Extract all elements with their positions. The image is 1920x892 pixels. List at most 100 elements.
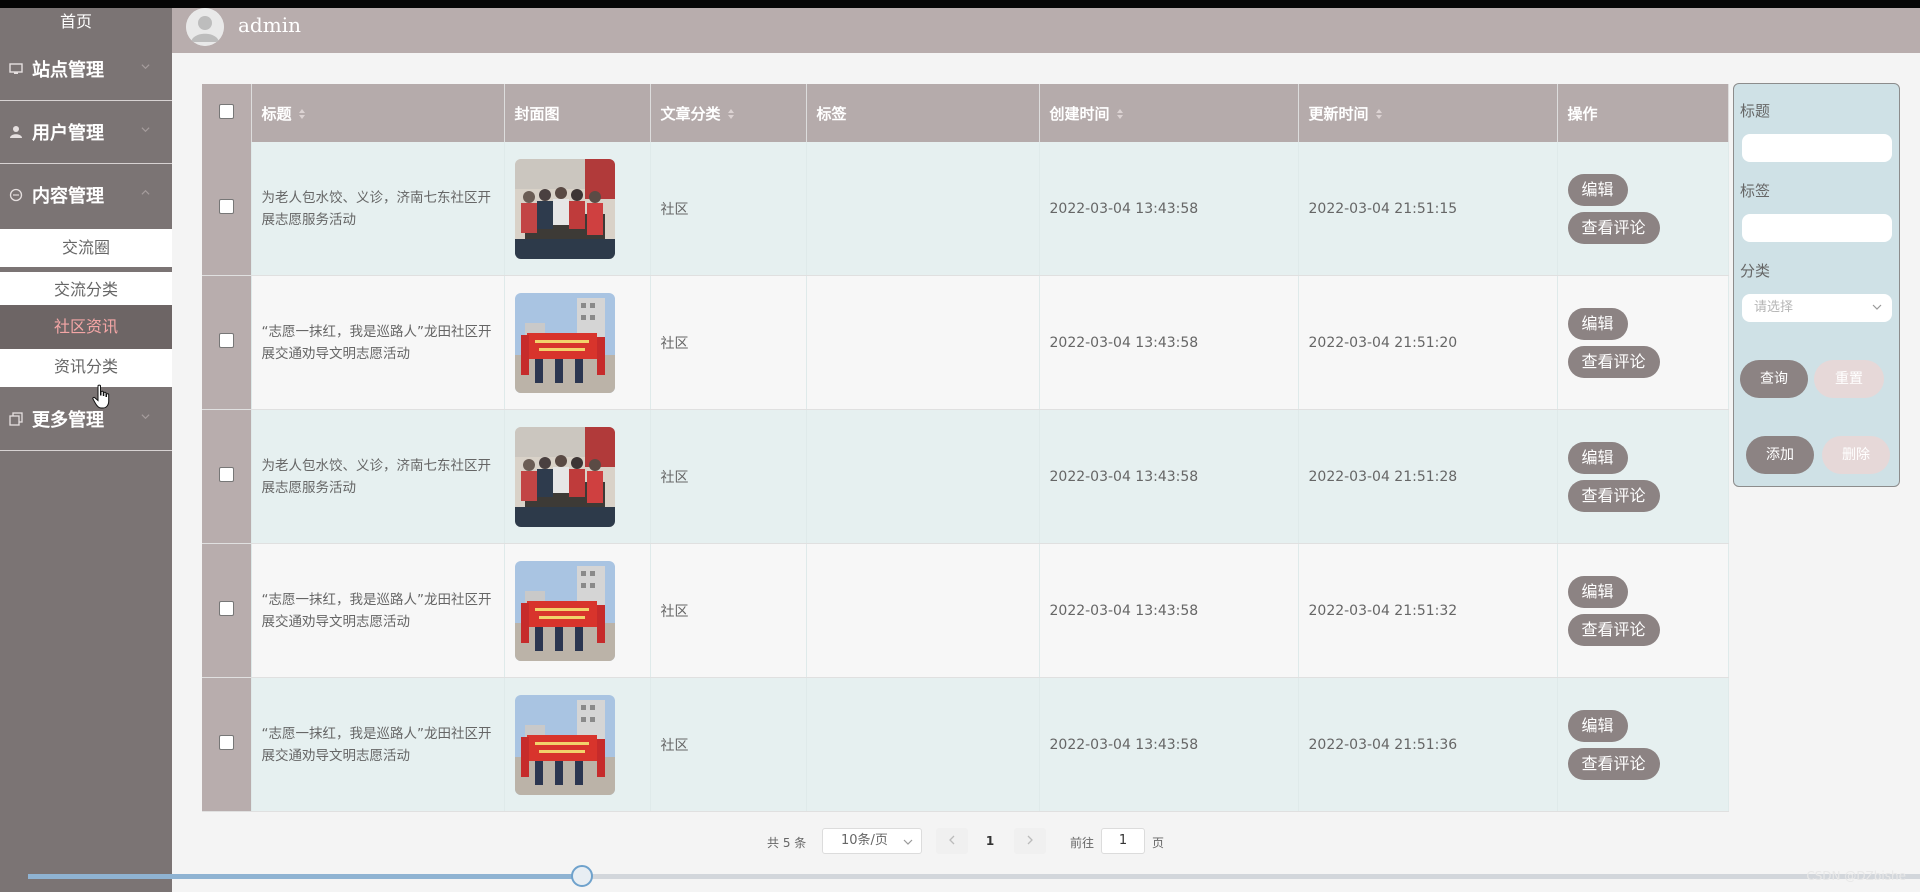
header-updated[interactable]: 更新时间 <box>1298 84 1558 142</box>
sort-icon[interactable] <box>298 108 306 120</box>
row-checkbox[interactable] <box>218 199 234 214</box>
chevron-down-icon <box>141 127 150 133</box>
row-select-cell <box>202 275 252 410</box>
row-checkbox[interactable] <box>218 601 234 616</box>
cell-updated: 2022-03-04 21:51:15 <box>1298 142 1558 276</box>
view-comments-button[interactable]: 查看评论 <box>1567 211 1660 244</box>
cover-image[interactable] <box>514 426 615 527</box>
sort-icon[interactable] <box>1116 108 1124 120</box>
select-all-cell <box>202 84 252 142</box>
prev-page-button[interactable] <box>936 828 968 854</box>
header-category[interactable]: 文章分类 <box>650 84 807 142</box>
user-icon <box>8 125 24 139</box>
edit-button[interactable]: 编辑 <box>1567 709 1628 742</box>
cell-title: “志愿一抹红，我是巡路人”龙田社区开展交通劝导文明志愿活动 <box>251 275 505 410</box>
header-category-label: 文章分类 <box>660 104 721 123</box>
cell-actions: 编辑 查看评论 <box>1557 142 1729 276</box>
header-title-label: 标题 <box>261 104 292 123</box>
window-top-edge <box>0 0 1920 8</box>
edit-button[interactable]: 编辑 <box>1567 575 1628 608</box>
header-updated-label: 更新时间 <box>1308 104 1369 123</box>
cover-image[interactable] <box>514 292 615 393</box>
table-row: “志愿一抹红，我是巡路人”龙田社区开展交通劝导文明志愿活动 社区 2022-03… <box>202 677 1729 812</box>
sidebar-item-exchange-category[interactable]: 交流分类 <box>0 272 172 305</box>
page-suffix: 页 <box>1152 836 1165 850</box>
chevron-down-icon <box>1872 304 1882 310</box>
edit-button[interactable]: 编辑 <box>1567 173 1628 206</box>
chevron-down-icon <box>903 839 913 845</box>
header-created-label: 创建时间 <box>1049 104 1110 123</box>
goto-page-input[interactable]: 1 <box>1101 828 1145 854</box>
add-button[interactable]: 添加 <box>1746 436 1814 474</box>
cell-tags <box>806 409 1040 544</box>
view-comments-button[interactable]: 查看评论 <box>1567 613 1660 646</box>
search-category-label: 分类 <box>1740 262 1771 280</box>
sidebar-group-content[interactable]: 内容管理 <box>0 164 172 226</box>
header-actions: 操作 <box>1557 84 1729 142</box>
header-cover: 封面图 <box>504 84 651 142</box>
header-tags-label: 标签 <box>816 104 847 123</box>
sidebar-item-news-category[interactable]: 资讯分类 <box>0 349 172 387</box>
cell-tags <box>806 142 1040 276</box>
cover-image[interactable] <box>514 694 615 795</box>
sidebar-group-user[interactable]: 用户管理 <box>0 101 172 164</box>
search-panel: 标题 标签 分类 请选择 查询 重置 添加 删除 <box>1733 83 1900 487</box>
sidebar-group-label: 站点管理 <box>32 60 104 81</box>
view-comments-button[interactable]: 查看评论 <box>1567 479 1660 512</box>
sidebar-group-more[interactable]: 更多管理 <box>0 387 172 451</box>
row-checkbox[interactable] <box>218 467 234 482</box>
sidebar-item-community-news[interactable]: 社区资讯 <box>0 305 172 349</box>
table-row: “志愿一抹红，我是巡路人”龙田社区开展交通劝导文明志愿活动 社区 2022-03… <box>202 543 1729 678</box>
header-created[interactable]: 创建时间 <box>1039 84 1299 142</box>
header-title[interactable]: 标题 <box>251 84 505 142</box>
row-checkbox[interactable] <box>218 735 234 750</box>
username: admin <box>238 13 301 37</box>
cover-image[interactable] <box>514 158 615 259</box>
page-number[interactable]: 1 <box>972 828 1008 854</box>
row-checkbox[interactable] <box>218 333 234 348</box>
table-row: 为老人包水饺、义诊，济南七东社区开展志愿服务活动 社区 2022-03-04 1… <box>202 409 1729 544</box>
video-progress-handle[interactable] <box>571 865 593 887</box>
reset-button[interactable]: 重置 <box>1814 360 1884 398</box>
hand-cursor-icon <box>92 384 110 409</box>
view-comments-button[interactable]: 查看评论 <box>1567 345 1660 378</box>
cell-actions: 编辑 查看评论 <box>1557 677 1729 812</box>
row-select-cell <box>202 677 252 812</box>
avatar[interactable] <box>186 8 224 46</box>
edit-button[interactable]: 编辑 <box>1567 441 1628 474</box>
news-table: 标题 封面图 文章分类 标签 创建时间 更新时间 操作 为老人包水饺、义诊，济南… <box>202 84 1729 812</box>
sidebar-home[interactable]: 首页 <box>0 8 172 38</box>
row-select-cell <box>202 142 252 276</box>
search-category-select[interactable]: 请选择 <box>1742 294 1892 322</box>
select-all-checkbox[interactable] <box>218 103 234 119</box>
view-comments-button[interactable]: 查看评论 <box>1567 747 1660 780</box>
cover-image[interactable] <box>514 560 615 661</box>
search-tag-label: 标签 <box>1740 182 1771 200</box>
query-button[interactable]: 查询 <box>1740 360 1808 398</box>
sidebar-group-site[interactable]: 站点管理 <box>0 38 172 101</box>
chevron-down-icon <box>141 414 150 420</box>
goto-label: 前往 <box>1070 836 1095 850</box>
search-tag-input[interactable] <box>1742 214 1892 242</box>
cell-cover <box>504 275 651 410</box>
chevron-left-icon <box>949 835 955 845</box>
cell-tags <box>806 677 1040 812</box>
sidebar-item-exchange-circle[interactable]: 交流圈 <box>0 229 172 267</box>
video-progress-fill <box>28 874 582 879</box>
header-cover-label: 封面图 <box>514 104 560 123</box>
edit-button[interactable]: 编辑 <box>1567 307 1628 340</box>
cell-title: 为老人包水饺、义诊，济南七东社区开展志愿服务活动 <box>251 409 505 544</box>
table-row: “志愿一抹红，我是巡路人”龙田社区开展交通劝导文明志愿活动 社区 2022-03… <box>202 275 1729 410</box>
monitor-icon <box>8 62 24 76</box>
cell-created: 2022-03-04 13:43:58 <box>1039 275 1299 410</box>
cell-category: 社区 <box>650 677 807 812</box>
delete-button[interactable]: 删除 <box>1822 436 1890 474</box>
header-tags: 标签 <box>806 84 1040 142</box>
cell-category: 社区 <box>650 275 807 410</box>
search-title-input[interactable] <box>1742 134 1892 162</box>
sort-icon[interactable] <box>727 108 735 120</box>
cell-actions: 编辑 查看评论 <box>1557 409 1729 544</box>
sort-icon[interactable] <box>1375 108 1383 120</box>
page-size-select[interactable]: 10条/页 <box>822 828 922 854</box>
next-page-button[interactable] <box>1014 828 1046 854</box>
